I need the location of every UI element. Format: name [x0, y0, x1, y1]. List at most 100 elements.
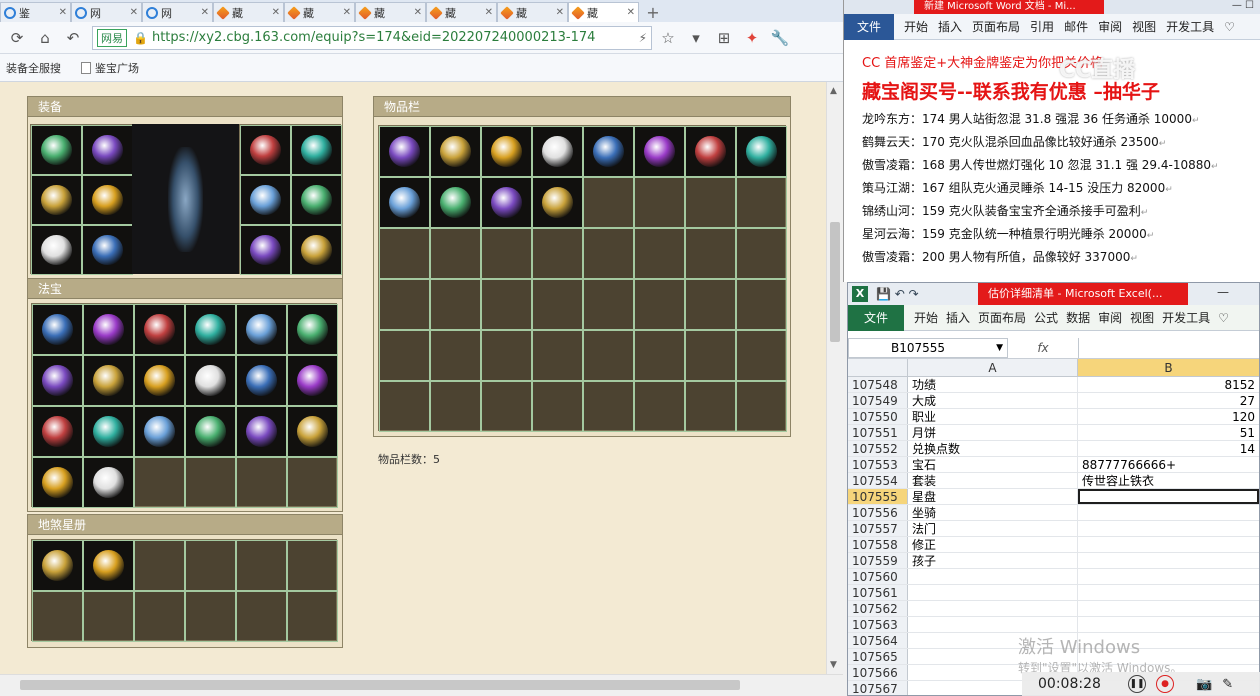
row-number[interactable]: 107563 — [848, 617, 908, 632]
fx-icon[interactable]: fx — [1008, 341, 1078, 355]
chevron-down-icon[interactable]: ▼ — [996, 339, 1003, 357]
cell-b[interactable] — [1078, 553, 1259, 568]
help-icon[interactable]: ♡ — [1224, 20, 1235, 34]
ribbon-tab[interactable]: 开发工具 — [1166, 18, 1214, 35]
cell-a[interactable] — [908, 617, 1078, 632]
url-text[interactable]: https://xy2.cbg.163.com/equip?s=174&eid=… — [152, 30, 639, 45]
cell-b[interactable]: 14 — [1078, 441, 1259, 456]
cell-a[interactable]: 孩子 — [908, 553, 1078, 568]
cell-a[interactable]: 坐骑 — [908, 505, 1078, 520]
row-number[interactable]: 107565 — [848, 649, 908, 664]
home-icon[interactable]: ⌂ — [34, 27, 56, 49]
equip-item-slot[interactable] — [31, 125, 82, 175]
xingce-empty-slot[interactable] — [32, 591, 83, 642]
row-number[interactable]: 107553 — [848, 457, 908, 472]
scroll-down-icon[interactable]: ▼ — [830, 660, 837, 670]
row-number[interactable]: 107552 — [848, 441, 908, 456]
inventory-item-slot[interactable] — [583, 126, 634, 177]
active-cell[interactable] — [1078, 489, 1259, 504]
row-number[interactable]: 107558 — [848, 537, 908, 552]
inventory-empty-slot[interactable] — [379, 228, 430, 279]
fabao-item-slot[interactable] — [32, 355, 83, 406]
row-number[interactable]: 107555 — [848, 489, 908, 504]
inventory-empty-slot[interactable] — [430, 381, 481, 432]
cell-b[interactable] — [1078, 569, 1259, 584]
equip-item-slot[interactable] — [291, 225, 342, 275]
fabao-empty-slot[interactable] — [185, 457, 236, 508]
cell-b[interactable] — [1078, 617, 1259, 632]
equip-item-slot[interactable] — [31, 175, 82, 225]
row-number[interactable]: 107548 — [848, 377, 908, 392]
xingce-item-slot[interactable] — [32, 540, 83, 591]
column-header-a[interactable]: A — [908, 359, 1078, 376]
fabao-item-slot[interactable] — [83, 406, 134, 457]
column-header-b[interactable]: B — [1078, 359, 1259, 376]
inventory-empty-slot[interactable] — [634, 330, 685, 381]
xingce-empty-slot[interactable] — [185, 540, 236, 591]
ribbon-tab[interactable]: 视图 — [1132, 18, 1156, 35]
inventory-empty-slot[interactable] — [685, 381, 736, 432]
vertical-scrollbar[interactable]: ▲ ▼ — [826, 82, 843, 674]
browser-tab[interactable]: 藏 ✕ — [426, 2, 497, 22]
cell-a[interactable]: 宝石 — [908, 457, 1078, 472]
scroll-up-icon[interactable]: ▲ — [830, 86, 837, 96]
inventory-empty-slot[interactable] — [736, 381, 787, 432]
inventory-item-slot[interactable] — [481, 126, 532, 177]
excel-file-tab[interactable]: 文件 — [848, 304, 904, 331]
grid-icon[interactable]: ⊞ — [712, 26, 736, 50]
cell-b[interactable] — [1078, 505, 1259, 520]
inventory-empty-slot[interactable] — [379, 279, 430, 330]
browser-tab[interactable]: 藏 ✕ — [568, 2, 639, 22]
inventory-empty-slot[interactable] — [481, 381, 532, 432]
xingce-empty-slot[interactable] — [236, 591, 287, 642]
inventory-item-slot[interactable] — [481, 177, 532, 228]
row-number[interactable]: 107557 — [848, 521, 908, 536]
row-number[interactable]: 107567 — [848, 681, 908, 695]
ribbon-tab[interactable]: 插入 — [938, 18, 962, 35]
equip-item-slot[interactable] — [82, 175, 133, 225]
cell-b[interactable]: 88777766666+ — [1078, 457, 1259, 472]
ribbon-tab[interactable]: 插入 — [946, 309, 970, 326]
inventory-item-slot[interactable] — [532, 177, 583, 228]
row-number[interactable]: 107560 — [848, 569, 908, 584]
inventory-empty-slot[interactable] — [634, 381, 685, 432]
cell-b[interactable] — [1078, 537, 1259, 552]
fabao-item-slot[interactable] — [236, 406, 287, 457]
cell-b[interactable]: 120 — [1078, 409, 1259, 424]
inventory-item-slot[interactable] — [430, 126, 481, 177]
row-number[interactable]: 107551 — [848, 425, 908, 440]
fabao-item-slot[interactable] — [134, 355, 185, 406]
close-icon[interactable]: ✕ — [272, 7, 280, 18]
close-icon[interactable]: ✕ — [59, 7, 67, 18]
formula-input[interactable] — [1078, 337, 1259, 358]
dropdown-icon[interactable]: ▾ — [684, 26, 708, 50]
inventory-empty-slot[interactable] — [736, 330, 787, 381]
browser-tab[interactable]: 藏 ✕ — [284, 2, 355, 22]
cell-b[interactable]: 8152 — [1078, 377, 1259, 392]
cell-a[interactable]: 大成 — [908, 393, 1078, 408]
cell-a[interactable]: 功绩 — [908, 377, 1078, 392]
ribbon-tab[interactable]: 页面布局 — [972, 18, 1020, 35]
inventory-empty-slot[interactable] — [481, 279, 532, 330]
fabao-item-slot[interactable] — [32, 457, 83, 508]
stop-icon[interactable]: ● — [1156, 675, 1174, 693]
fabao-item-slot[interactable] — [83, 304, 134, 355]
star-icon[interactable]: ☆ — [656, 26, 680, 50]
row-number[interactable]: 107562 — [848, 601, 908, 616]
equip-item-slot[interactable] — [82, 125, 133, 175]
close-icon[interactable]: ✕ — [201, 7, 209, 18]
cell-b[interactable] — [1078, 585, 1259, 600]
bolt-icon[interactable]: ⚡ — [639, 31, 647, 45]
ribbon-tab[interactable]: 页面布局 — [978, 309, 1026, 326]
close-icon[interactable]: ✕ — [130, 7, 138, 18]
inventory-empty-slot[interactable] — [736, 177, 787, 228]
row-number[interactable]: 107554 — [848, 473, 908, 488]
undo-close-icon[interactable]: ↶ — [62, 27, 84, 49]
cell-a[interactable]: 兑换点数 — [908, 441, 1078, 456]
bookmark-item[interactable]: 鉴宝广场 — [81, 60, 139, 76]
equip-item-slot[interactable] — [240, 175, 291, 225]
scroll-thumb[interactable] — [830, 222, 840, 342]
cell-a[interactable] — [908, 585, 1078, 600]
cell-a[interactable]: 法门 — [908, 521, 1078, 536]
fabao-item-slot[interactable] — [32, 304, 83, 355]
